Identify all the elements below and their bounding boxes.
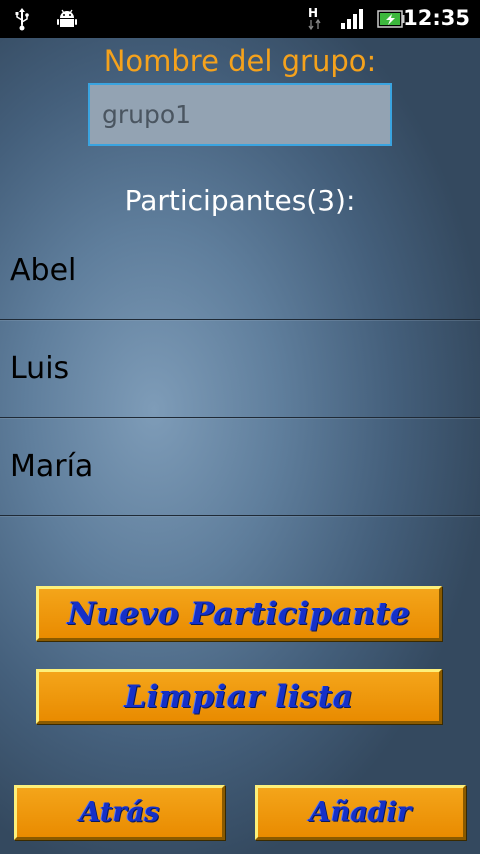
h-network-icon: H: [306, 6, 324, 36]
android-debug-icon: [56, 8, 78, 34]
clear-list-button[interactable]: Limpiar lista: [36, 669, 442, 724]
status-clock: 12:35: [403, 6, 470, 30]
usb-icon: [14, 7, 30, 35]
battery-charging-icon: [377, 10, 405, 32]
group-name-input[interactable]: grupo1: [88, 83, 392, 146]
status-bar: H 12:35: [0, 0, 480, 38]
participant-name: Luis: [10, 351, 70, 386]
signal-icon: [340, 8, 364, 34]
participant-name: María: [10, 449, 94, 484]
participant-name: Abel: [10, 253, 77, 288]
add-button[interactable]: Añadir: [255, 785, 466, 840]
participants-heading: Participantes(3):: [124, 184, 356, 217]
network-type-label: H: [308, 6, 318, 20]
list-item[interactable]: Abel: [0, 222, 480, 320]
back-button[interactable]: Atrás: [14, 785, 225, 840]
list-item[interactable]: María: [0, 418, 480, 516]
group-name-label: Nombre del grupo:: [103, 44, 377, 78]
participant-list: Abel Luis María: [0, 222, 480, 516]
list-item[interactable]: Luis: [0, 320, 480, 418]
new-participant-button[interactable]: Nuevo Participante: [36, 586, 442, 641]
